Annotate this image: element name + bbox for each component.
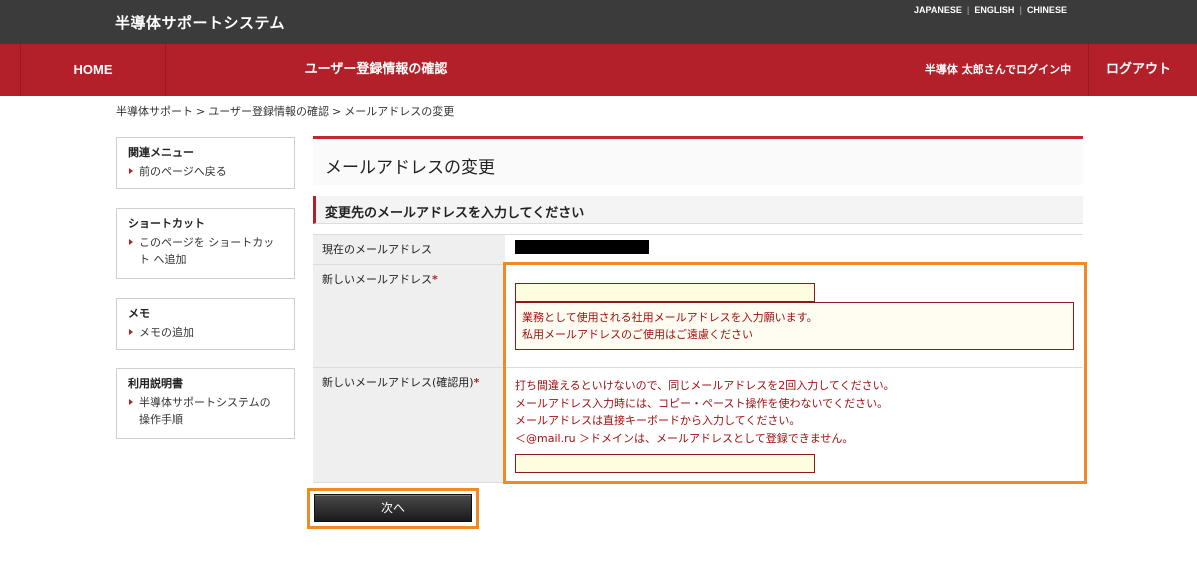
sidebar-link-add-memo[interactable]: メモの追加 [128, 324, 283, 341]
note-line: メールアドレスは直接キーボードから入力してください。 [515, 414, 801, 427]
next-button[interactable]: 次へ [314, 494, 472, 522]
sidebar-heading: メモ [128, 307, 150, 320]
required-mark: * [473, 376, 480, 389]
site-title: 半導体サポートシステム [115, 14, 286, 32]
confirm-email-cell: 打ち間違えるといけないので、同じメールアドレスを2回入力してください。 メールア… [505, 368, 1083, 482]
row-new-email: 新しいメールアドレス* 業務として使用される社用メールアドレスを入力願います。 … [313, 265, 1083, 368]
current-email-label: 現在のメールアドレス [313, 235, 505, 264]
row-current-email: 現在のメールアドレス [313, 235, 1083, 265]
new-email-label-text: 新しいメールアドレス [322, 273, 432, 286]
sidebar-shortcut: ショートカット このページを ショートカット へ追加 [116, 208, 295, 279]
new-email-label: 新しいメールアドレス* [313, 265, 505, 367]
nav-home[interactable]: HOME [20, 44, 166, 96]
lang-japanese[interactable]: JAPANESE [914, 5, 962, 15]
top-bar: 半導体サポートシステム JAPANESE | ENGLISH | CHINESE [0, 0, 1197, 44]
current-email-value [505, 235, 1083, 264]
lang-divider: | [966, 5, 970, 15]
hint-line: 私用メールアドレスのご使用はご遠慮ください [522, 328, 753, 341]
new-email-cell: 業務として使用される社用メールアドレスを入力願います。 私用メールアドレスのご使… [505, 265, 1083, 367]
login-status: 半導体 太郎さんでログイン中 [924, 63, 1072, 76]
confirm-email-input[interactable] [515, 454, 815, 473]
row-confirm-email: 新しいメールアドレス(確認用)* 打ち間違えるといけないので、同じメールアドレス… [313, 368, 1083, 483]
new-email-input[interactable] [515, 283, 815, 302]
breadcrumb-item-support[interactable]: 半導体サポート [116, 105, 193, 118]
page-title: メールアドレスの変更 [325, 158, 495, 178]
confirm-email-label-text: 新しいメールアドレス(確認用) [322, 376, 474, 389]
language-switcher: JAPANESE | ENGLISH | CHINESE [914, 5, 1067, 15]
sidebar-link-manual[interactable]: 半導体サポートシステムの 操作手順 [128, 394, 283, 428]
sidebar-manual: 利用説明書 半導体サポートシステムの 操作手順 [116, 368, 295, 439]
required-mark: * [432, 273, 438, 286]
nav-current-page[interactable]: ユーザー登録情報の確認 [166, 44, 586, 96]
email-hint-box: 業務として使用される社用メールアドレスを入力願います。 私用メールアドレスのご使… [515, 302, 1074, 350]
breadcrumb-item-current: メールアドレスの変更 [344, 105, 455, 118]
sidebar-memo: メモ メモの追加 [116, 298, 295, 350]
sidebar-heading: 関連メニュー [128, 146, 194, 159]
note-line: ＜@mail.ru ＞ドメインは、メールアドレスとして登録できません。 [515, 431, 854, 445]
lang-english[interactable]: ENGLISH [974, 5, 1014, 15]
sidebar-heading: ショートカット [128, 217, 205, 230]
confirm-email-label: 新しいメールアドレス(確認用)* [313, 368, 505, 482]
logout-button[interactable]: ログアウト [1088, 44, 1188, 96]
lang-chinese[interactable]: CHINESE [1027, 5, 1067, 15]
breadcrumb-separator: > [196, 105, 206, 118]
redacted-email [515, 240, 649, 254]
sidebar-heading: 利用説明書 [128, 377, 183, 390]
sidebar-related-menu: 関連メニュー 前のページへ戻る [116, 137, 295, 189]
note-line: メールアドレス入力時には、コピー・ペースト操作を使わないでください。 [515, 396, 889, 410]
sidebar-link-back[interactable]: 前のページへ戻る [128, 163, 283, 180]
main-nav: HOME ユーザー登録情報の確認 半導体 太郎さんでログイン中 ログアウト [0, 44, 1197, 96]
section-heading: 変更先のメールアドレスを入力してください [325, 206, 585, 221]
breadcrumb: 半導体サポート > ユーザー登録情報の確認 > メールアドレスの変更 [116, 103, 454, 119]
breadcrumb-separator: > [332, 105, 342, 118]
breadcrumb-item-user-info[interactable]: ユーザー登録情報の確認 [208, 105, 329, 118]
sidebar-link-add-shortcut[interactable]: このページを ショートカット へ追加 [128, 234, 283, 268]
lang-divider: | [1019, 5, 1022, 15]
confirm-email-notes: 打ち間違えるといけないので、同じメールアドレスを2回入力してください。 メールア… [515, 377, 895, 447]
note-line: 打ち間違えるといけないので、同じメールアドレスを2回入力してください。 [515, 379, 895, 392]
hint-line: 業務として使用される社用メールアドレスを入力願います。 [522, 311, 818, 324]
email-form-table: 現在のメールアドレス 新しいメールアドレス* 業務として使用される社用メールアド… [313, 234, 1083, 483]
